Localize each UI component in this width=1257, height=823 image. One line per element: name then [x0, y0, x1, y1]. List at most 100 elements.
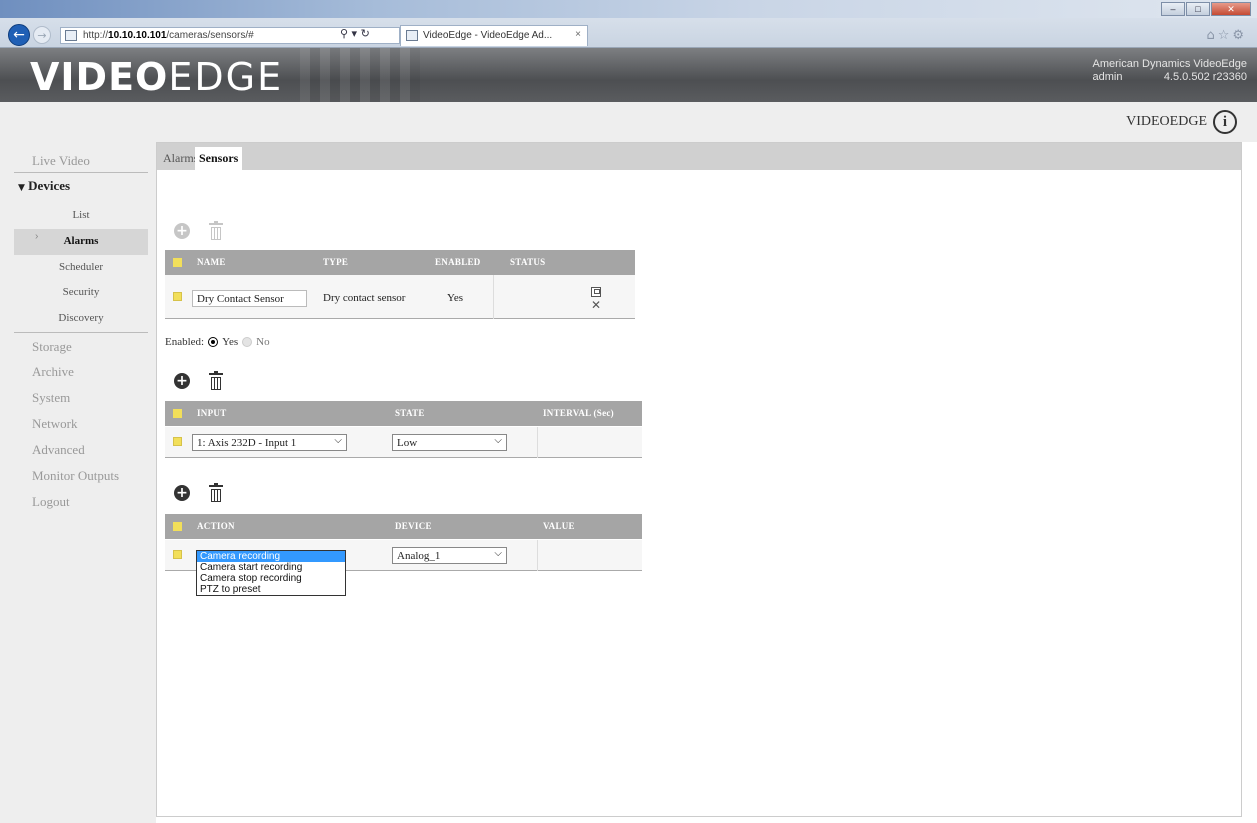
- tab-sensors[interactable]: Sensors: [195, 147, 243, 170]
- username: admin: [1092, 71, 1123, 83]
- delete-row-icon[interactable]: ✕: [591, 298, 601, 312]
- table-row[interactable]: Dry Contact Sensor Dry contact sensor Ye…: [165, 275, 635, 319]
- product-row: VIDEOEDGE i: [0, 102, 1257, 142]
- sidebar-item-monitor-outputs[interactable]: Monitor Outputs: [32, 468, 119, 484]
- home-favorites-settings-icons[interactable]: ⌂☆⚙: [1206, 28, 1247, 43]
- sensor-name-input[interactable]: Dry Contact Sensor: [192, 290, 307, 307]
- col-action: ACTION: [197, 521, 235, 531]
- column-divider: [537, 540, 538, 571]
- device-select[interactable]: Analog_1 ⌵: [392, 547, 507, 564]
- minimize-button[interactable]: –: [1161, 2, 1185, 16]
- action-option-camera-recording[interactable]: Camera recording: [197, 551, 345, 562]
- action-option-camera-start-recording[interactable]: Camera start recording: [197, 562, 345, 573]
- window-controls: – □ ✕: [1161, 2, 1251, 16]
- sidebar-item-archive[interactable]: Archive: [32, 364, 74, 380]
- header-decoration: [300, 48, 420, 102]
- address-tools-icon[interactable]: ⚲ ▾ ↻: [340, 27, 370, 40]
- collapse-arrow-icon: ▼: [18, 183, 25, 193]
- col-interval: INTERVAL (Sec): [543, 408, 614, 418]
- chevron-down-icon: ⌵: [494, 548, 502, 559]
- col-value: VALUE: [543, 521, 575, 531]
- col-enabled: ENABLED: [435, 257, 481, 267]
- select-all-checkbox[interactable]: [173, 522, 182, 531]
- url-path: /cameras/sensors/#: [166, 30, 254, 41]
- logo-light: EDGE: [168, 55, 284, 99]
- table-row[interactable]: 1: Axis 232D - Input 1 ⌵ Low ⌵: [165, 427, 642, 458]
- sidebar-item-storage[interactable]: Storage: [32, 339, 72, 355]
- app-header: VIDEOEDGE American Dynamics VideoEdge ad…: [0, 48, 1257, 102]
- col-input: INPUT: [197, 408, 227, 418]
- maximize-button[interactable]: □: [1186, 2, 1210, 16]
- url-host: 10.10.10.101: [108, 30, 167, 41]
- sidebar-item-list[interactable]: List: [14, 209, 148, 221]
- sidebar-divider: [14, 172, 148, 173]
- select-all-checkbox[interactable]: [173, 258, 182, 267]
- delete-sensor-icon[interactable]: [209, 221, 223, 240]
- sidebar-item-devices[interactable]: ▼ Devices: [18, 178, 70, 194]
- browser-tab[interactable]: VideoEdge - VideoEdge Ad... ×: [400, 25, 588, 46]
- sidebar-item-logout[interactable]: Logout: [32, 494, 70, 510]
- sidebar-item-scheduler[interactable]: Scheduler: [14, 261, 148, 273]
- sidebar-item-security[interactable]: Security: [14, 286, 148, 298]
- sidebar-item-advanced[interactable]: Advanced: [32, 442, 85, 458]
- version: 4.5.0.502 r23360: [1163, 71, 1247, 83]
- delete-input-icon[interactable]: [209, 371, 223, 390]
- sensors-table-header: NAME TYPE ENABLED STATUS: [165, 250, 635, 275]
- sidebar-item-discovery[interactable]: Discovery: [14, 312, 148, 324]
- enabled-field: Enabled: Yes No: [165, 336, 270, 348]
- row-checkbox[interactable]: [173, 292, 182, 301]
- input-select[interactable]: 1: Axis 232D - Input 1 ⌵: [192, 434, 347, 451]
- chevron-down-icon: ⌵: [334, 435, 342, 446]
- state-select-value: Low: [397, 437, 418, 449]
- sidebar-divider: [14, 332, 148, 333]
- action-option-camera-stop-recording[interactable]: Camera stop recording: [197, 573, 345, 584]
- enabled-yes-radio[interactable]: [208, 337, 219, 347]
- col-name: NAME: [197, 257, 226, 267]
- company-name: American Dynamics VideoEdge: [1092, 58, 1247, 70]
- action-table-header: ACTION DEVICE VALUE: [165, 514, 642, 539]
- videoedge-logo: VIDEOEDGE: [30, 58, 283, 96]
- add-sensor-icon[interactable]: +: [174, 223, 190, 239]
- tab-close-icon[interactable]: ×: [575, 29, 581, 40]
- close-window-button[interactable]: ✕: [1211, 2, 1251, 16]
- device-select-value: Analog_1: [397, 550, 441, 562]
- back-button[interactable]: ←: [8, 24, 30, 46]
- save-icon[interactable]: [591, 287, 601, 297]
- forward-button[interactable]: →: [33, 26, 51, 44]
- add-input-icon[interactable]: +: [174, 373, 190, 389]
- input-select-value: 1: Axis 232D - Input 1: [197, 437, 297, 449]
- tab-title: VideoEdge - VideoEdge Ad...: [423, 30, 553, 41]
- info-icon[interactable]: i: [1213, 110, 1237, 134]
- row-checkbox[interactable]: [173, 437, 182, 446]
- delete-action-icon[interactable]: [209, 483, 223, 502]
- enabled-label: Enabled:: [165, 336, 205, 348]
- sidebar-item-network[interactable]: Network: [32, 416, 78, 432]
- enabled-yes-label: Yes: [222, 336, 239, 348]
- enabled-no-label: No: [256, 336, 270, 348]
- chevron-down-icon: ⌵: [494, 435, 502, 446]
- column-divider: [493, 275, 494, 319]
- sidebar-item-system[interactable]: System: [32, 390, 70, 406]
- enabled-no-radio[interactable]: [242, 337, 253, 347]
- col-state: STATE: [395, 408, 425, 418]
- url-prefix: http://: [83, 30, 109, 41]
- state-select[interactable]: Low ⌵: [392, 434, 507, 451]
- add-action-icon[interactable]: +: [174, 485, 190, 501]
- window-title-bar: [0, 0, 1257, 18]
- input-table-header: INPUT STATE INTERVAL (Sec): [165, 401, 642, 426]
- browser-toolbar: – □ ✕ ← → http://10.10.10.101/cameras/se…: [0, 0, 1257, 48]
- select-all-checkbox[interactable]: [173, 409, 182, 418]
- sidebar-item-alarms[interactable]: Alarms: [14, 235, 148, 247]
- sidebar-item-live-video[interactable]: Live Video: [32, 153, 90, 169]
- sensor-enabled: Yes: [447, 292, 464, 304]
- col-device: DEVICE: [395, 521, 432, 531]
- sensor-type: Dry contact sensor: [323, 292, 406, 304]
- row-checkbox[interactable]: [173, 550, 182, 559]
- page-icon: [65, 30, 77, 41]
- main-panel: Alarms Sensors + NAME TYPE ENABLED STATU…: [156, 142, 1242, 817]
- action-dropdown-list[interactable]: Camera recording Camera start recording …: [196, 550, 346, 596]
- header-info: American Dynamics VideoEdge admin 4.5.0.…: [1093, 58, 1247, 84]
- tab-favicon-icon: [406, 30, 418, 41]
- col-status: STATUS: [510, 257, 546, 267]
- action-option-ptz-to-preset[interactable]: PTZ to preset: [197, 584, 345, 595]
